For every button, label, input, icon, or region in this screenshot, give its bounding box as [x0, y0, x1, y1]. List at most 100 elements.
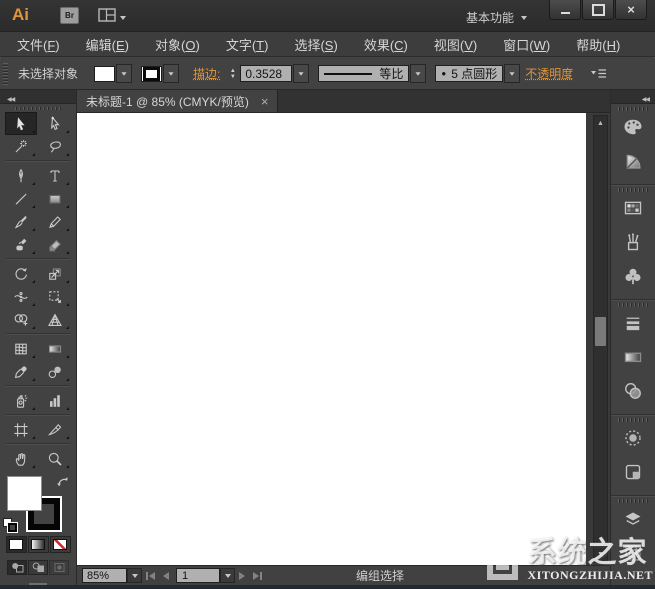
color-panel-button[interactable]: [613, 113, 653, 146]
draw-normal-button[interactable]: [7, 560, 27, 576]
brush-definition-select[interactable]: ● 5 点圆形: [435, 65, 504, 82]
first-artboard-button[interactable]: [146, 571, 155, 580]
scroll-down-icon[interactable]: [594, 548, 607, 561]
appearance-panel-button[interactable]: [613, 424, 653, 457]
bridge-button[interactable]: Br: [60, 7, 79, 24]
stroke-dropdown-button[interactable]: [163, 64, 180, 83]
menu-help[interactable]: 帮助(H): [563, 35, 633, 54]
stroke-width-dropdown-button[interactable]: [293, 64, 310, 83]
column-graph-tool[interactable]: [39, 389, 71, 412]
vertical-scrollbar[interactable]: [593, 115, 608, 563]
transparency-panel-button[interactable]: [613, 377, 653, 410]
shape-builder-tool[interactable]: [5, 308, 37, 331]
perspective-grid-tool[interactable]: [39, 308, 71, 331]
last-artboard-button[interactable]: [253, 571, 262, 580]
artboard-tool[interactable]: [5, 418, 37, 441]
menu-edit[interactable]: 编辑(E): [73, 35, 142, 54]
eyedropper-tool[interactable]: [5, 360, 37, 383]
menu-select[interactable]: 选择(S): [281, 35, 350, 54]
menu-file[interactable]: 文件(F): [4, 35, 73, 54]
arrange-documents-button[interactable]: [98, 8, 126, 27]
zoom-dropdown-button[interactable]: [127, 568, 142, 583]
gradient-tool[interactable]: [39, 337, 71, 360]
rotate-tool[interactable]: [5, 262, 37, 285]
brush-dropdown-button[interactable]: [504, 64, 521, 83]
opacity-panel-link[interactable]: 不透明度: [525, 65, 573, 82]
swatches-panel-button[interactable]: [613, 194, 653, 227]
panel-grip[interactable]: [618, 499, 648, 503]
menu-effect[interactable]: 效果(C): [351, 35, 421, 54]
artboards-panel-button[interactable]: [613, 539, 653, 572]
stroke-panel-link[interactable]: 描边:: [193, 65, 220, 82]
lasso-tool[interactable]: [39, 135, 71, 158]
selection-tool[interactable]: [5, 112, 37, 136]
minimize-button[interactable]: [549, 0, 581, 20]
color-guide-panel-button[interactable]: [613, 147, 653, 180]
rectangle-tool[interactable]: [39, 187, 71, 210]
blend-tool[interactable]: [39, 360, 71, 383]
scrollbar-thumb[interactable]: [595, 316, 606, 346]
mesh-tool[interactable]: [5, 337, 37, 360]
stroke-width-field[interactable]: 0.3528: [240, 65, 293, 82]
tab-close-button[interactable]: ×: [261, 95, 269, 108]
magic-wand-tool[interactable]: [5, 135, 37, 158]
menu-view[interactable]: 视图(V): [421, 35, 490, 54]
fill-dropdown-button[interactable]: [116, 64, 133, 83]
hand-tool[interactable]: [5, 447, 37, 470]
slice-tool[interactable]: [39, 418, 71, 441]
gradient-panel-button[interactable]: [613, 343, 653, 376]
menu-type[interactable]: 文字(T): [213, 35, 282, 54]
panel-grip[interactable]: [618, 188, 648, 192]
scroll-up-icon[interactable]: [594, 117, 607, 130]
close-button[interactable]: ×: [615, 0, 647, 20]
layers-panel-button[interactable]: [613, 505, 653, 538]
control-bar-grip[interactable]: [3, 62, 8, 85]
menu-object[interactable]: 对象(O): [142, 35, 213, 54]
color-paint-button[interactable]: [5, 536, 27, 554]
next-artboard-button[interactable]: [239, 571, 245, 580]
zoom-tool[interactable]: [39, 447, 71, 470]
pen-tool[interactable]: [5, 164, 37, 187]
stroke-panel-button[interactable]: [613, 309, 653, 342]
previous-artboard-button[interactable]: [163, 571, 169, 580]
width-profile-dropdown-button[interactable]: [410, 64, 427, 83]
symbol-sprayer-tool[interactable]: [5, 389, 37, 412]
default-fill-stroke-icon[interactable]: [3, 518, 19, 533]
paintbrush-tool[interactable]: [5, 210, 37, 233]
free-transform-tool[interactable]: [39, 285, 71, 308]
brushes-panel-button[interactable]: [613, 228, 653, 261]
none-paint-button[interactable]: [49, 536, 71, 554]
blob-brush-tool[interactable]: [5, 233, 37, 256]
type-tool[interactable]: [39, 164, 71, 187]
pencil-tool[interactable]: [39, 210, 71, 233]
width-profile-select[interactable]: 等比: [318, 65, 410, 82]
panel-dock-header[interactable]: [611, 90, 655, 104]
step-down-icon[interactable]: [227, 74, 238, 80]
gradient-paint-button[interactable]: [27, 536, 49, 554]
fill-color-control[interactable]: [94, 64, 133, 83]
scale-tool[interactable]: [39, 262, 71, 285]
artboard-canvas[interactable]: [77, 113, 586, 565]
panel-grip[interactable]: [618, 107, 648, 111]
fill-color-swatch[interactable]: [7, 476, 42, 512]
panel-grip[interactable]: [618, 418, 648, 422]
stroke-color-control[interactable]: [141, 64, 180, 83]
current-tool-status[interactable]: 编组选择: [356, 567, 404, 584]
line-segment-tool[interactable]: [5, 187, 37, 210]
maximize-button[interactable]: [582, 0, 614, 20]
tools-panel-header[interactable]: [0, 90, 76, 104]
width-tool[interactable]: [5, 285, 37, 308]
graphic-styles-panel-button[interactable]: [613, 458, 653, 491]
eraser-tool[interactable]: [39, 233, 71, 256]
workspace-switcher[interactable]: 基本功能: [466, 9, 527, 26]
symbols-panel-button[interactable]: [613, 262, 653, 295]
direct-selection-tool[interactable]: [39, 112, 71, 135]
document-tab[interactable]: 未标题-1 @ 85% (CMYK/预览) ×: [77, 90, 279, 112]
swap-fill-stroke-icon[interactable]: [56, 475, 70, 493]
panel-grip[interactable]: [15, 107, 61, 111]
panel-grip[interactable]: [618, 303, 648, 307]
draw-behind-button[interactable]: [28, 560, 48, 576]
zoom-level-field[interactable]: 85%: [82, 568, 127, 583]
artboard-number-field[interactable]: 1: [176, 568, 220, 583]
menu-window[interactable]: 窗口(W): [490, 35, 563, 54]
